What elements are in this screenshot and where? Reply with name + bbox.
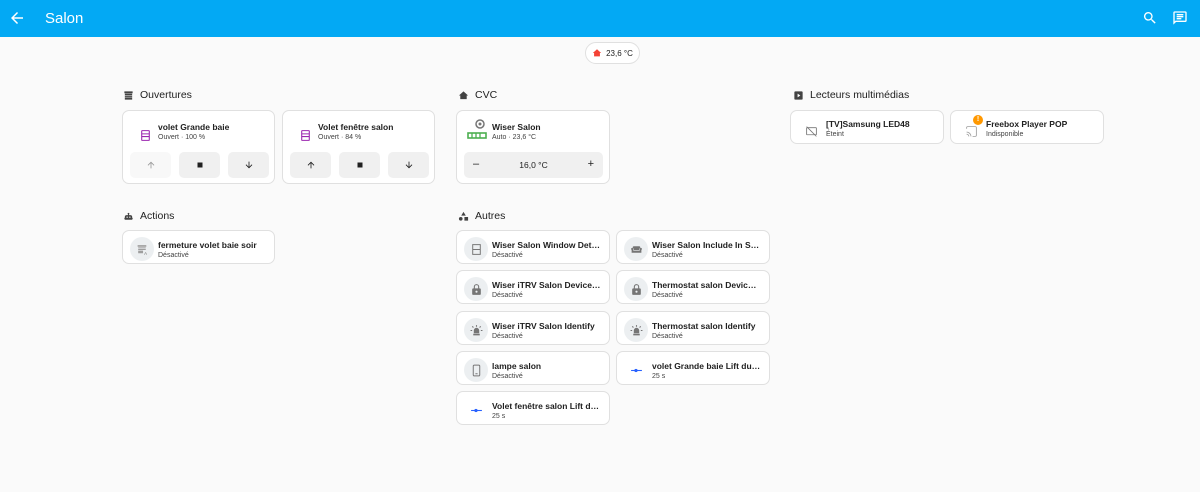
arrow-up-icon — [307, 161, 314, 169]
entity-state: Désactivé — [652, 292, 683, 299]
action-card-fermeture[interactable]: A fermeture volet baie soir Désactivé — [122, 230, 275, 264]
entity-state: Ouvert · 84 % — [318, 134, 362, 141]
entity-name: Wiser iTRV Salon Device L... — [492, 280, 601, 290]
alarm-light-icon — [464, 318, 488, 342]
section-lecteurs: Lecteurs multimédias — [793, 89, 909, 101]
target-temperature-control: – 16,0 °C + — [464, 152, 603, 178]
slider-icon — [624, 358, 648, 382]
entity-state: Ouvert · 100 % — [158, 134, 206, 141]
cover-close-button[interactable] — [388, 152, 429, 178]
stop-icon — [197, 162, 202, 168]
alarm-light-icon — [624, 318, 648, 342]
shapes-icon — [458, 211, 469, 221]
entity-state: Indisponible — [986, 131, 1024, 138]
entity-name: Wiser Salon Include In Su... — [652, 240, 761, 250]
entity-name: lampe salon — [492, 361, 542, 371]
cover-stop-button[interactable] — [179, 152, 220, 178]
entity-state: Désactivé — [652, 252, 683, 259]
target-temperature-value: 16,0 °C — [519, 160, 548, 170]
entity-state: Désactivé — [652, 333, 683, 340]
entity-name: fermeture volet baie soir — [158, 240, 257, 250]
arrow-down-icon — [245, 161, 252, 169]
cover-open-button[interactable] — [290, 152, 331, 178]
other-card-include-summary[interactable]: Wiser Salon Include In Su... Désactivé — [616, 230, 770, 264]
multimedia-icon — [794, 90, 803, 100]
cover-stop-button[interactable] — [339, 152, 380, 178]
entity-name: Thermostat salon Device ... — [652, 280, 761, 290]
other-card-thermostat-identify[interactable]: Thermostat salon Identify Désactivé — [616, 311, 770, 345]
window-shutter-open-icon — [133, 123, 157, 147]
window-shutter-icon — [124, 90, 133, 100]
home-thermometer-icon — [458, 90, 469, 99]
temperature-badge[interactable]: 23,6 °C — [585, 42, 640, 64]
entity-state: Désactivé — [492, 373, 523, 380]
section-actions: Actions — [123, 210, 174, 222]
radiator-icon — [467, 117, 487, 145]
other-card-itrv-device-lock[interactable]: Wiser iTRV Salon Device L... Désactivé — [456, 270, 610, 304]
page-title: Salon — [45, 10, 84, 27]
lock-icon — [464, 277, 488, 301]
media-card-samsung-tv[interactable]: [TV]Samsung LED48 Éteint — [790, 110, 944, 144]
warning-badge-icon: ! — [973, 115, 983, 125]
robot-icon — [124, 212, 133, 220]
stop-icon — [357, 162, 362, 168]
section-ouvertures: Ouvertures — [123, 89, 192, 101]
other-card-fenetre-salon-lift[interactable]: Volet fenêtre salon Lift dur... 25 s — [456, 391, 610, 425]
assist-chat-icon[interactable] — [1172, 10, 1188, 26]
entity-state: Désactivé — [492, 292, 523, 299]
cover-card-fenetre-salon[interactable]: Volet fenêtre salon Ouvert · 84 % — [282, 110, 435, 184]
arrow-down-icon — [405, 161, 412, 169]
entity-state: Désactivé — [158, 252, 189, 259]
entity-name: Thermostat salon Identify — [652, 321, 756, 331]
back-arrow-icon[interactable] — [8, 9, 26, 27]
slider-icon — [464, 398, 488, 422]
home-thermometer-icon — [592, 49, 602, 57]
entity-name: Volet fenêtre salon Lift dur... — [492, 401, 601, 411]
media-card-freebox[interactable]: ! Freebox Player POP Indisponible — [950, 110, 1104, 144]
search-icon[interactable] — [1142, 10, 1158, 26]
window-icon — [464, 237, 488, 261]
other-card-itrv-identify[interactable]: Wiser iTRV Salon Identify Désactivé — [456, 311, 610, 345]
temperature-value: 23,6 °C — [606, 48, 633, 58]
increase-temperature-button[interactable]: + — [588, 158, 594, 170]
top-app-bar: Salon — [0, 0, 1200, 37]
window-shutter-open-icon — [293, 123, 317, 147]
entity-state: 25 s — [492, 413, 506, 420]
other-card-lampe-salon[interactable]: lampe salon Désactivé — [456, 351, 610, 385]
entity-name: volet Grande baie Lift dura... — [652, 361, 761, 371]
section-cvc: CVC — [458, 89, 497, 101]
cover-card-grande-baie[interactable]: volet Grande baie Ouvert · 100 % — [122, 110, 275, 184]
entity-state: Éteint — [826, 131, 844, 138]
entity-name: [TV]Samsung LED48 — [826, 119, 910, 129]
entity-name: Freebox Player POP — [986, 119, 1068, 129]
phone-icon — [464, 358, 488, 382]
cast-off-icon — [799, 119, 823, 143]
arrow-up-icon — [147, 161, 154, 169]
cover-close-button[interactable] — [228, 152, 269, 178]
other-card-thermostat-device-lock[interactable]: Thermostat salon Device ... Désactivé — [616, 270, 770, 304]
cover-open-button[interactable] — [130, 152, 171, 178]
entity-state: Désactivé — [492, 252, 523, 259]
entity-state: 25 s — [652, 373, 666, 380]
svg-text:A: A — [144, 250, 147, 255]
shutter-automation-icon: A — [130, 237, 154, 261]
other-card-grande-baie-lift[interactable]: volet Grande baie Lift dura... 25 s — [616, 351, 770, 385]
entity-name: Wiser Salon Window Dete... — [492, 240, 601, 250]
entity-name: Wiser Salon — [492, 122, 541, 132]
sofa-icon — [624, 237, 648, 261]
entity-name: Wiser iTRV Salon Identify — [492, 321, 595, 331]
section-autres: Autres — [458, 210, 505, 222]
other-card-window-detection[interactable]: Wiser Salon Window Dete... Désactivé — [456, 230, 610, 264]
lock-icon — [624, 277, 648, 301]
entity-state: Auto · 23,6 °C — [492, 134, 537, 141]
entity-name: Volet fenêtre salon — [318, 122, 394, 132]
entity-state: Désactivé — [492, 333, 523, 340]
entity-name: volet Grande baie — [158, 122, 230, 132]
climate-card-wiser-salon[interactable]: Wiser Salon Auto · 23,6 °C – 16,0 °C + — [456, 110, 610, 184]
